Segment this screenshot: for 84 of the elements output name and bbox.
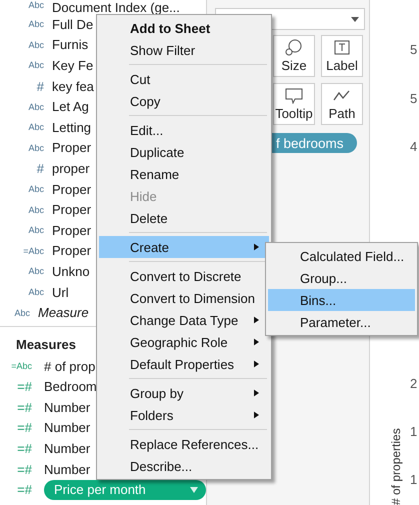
- field-name[interactable]: Number: [44, 462, 90, 477]
- menu-item[interactable]: Bins...: [268, 289, 415, 311]
- caret-icon: [351, 16, 359, 22]
- size-icon: [284, 38, 304, 56]
- field-name[interactable]: Key Fe: [52, 58, 94, 73]
- type-icon: Abc: [0, 266, 52, 276]
- type-icon: =#: [0, 482, 44, 498]
- type-icon: Abc: [0, 308, 38, 318]
- type-icon: Abc: [0, 40, 52, 50]
- type-icon: Abc: [0, 60, 52, 70]
- field-name[interactable]: Bedroom: [44, 379, 97, 394]
- submenu-arrow-icon: [254, 411, 259, 419]
- menu-item[interactable]: Calculated Field...: [268, 245, 415, 267]
- type-icon: Abc: [0, 184, 52, 194]
- axis-tick: 4: [410, 139, 418, 155]
- mark-button[interactable]: Path: [321, 83, 363, 125]
- type-icon: =#: [0, 441, 44, 456]
- submenu-arrow-icon: [254, 389, 259, 397]
- axis-tick: 5: [410, 42, 418, 58]
- type-icon: Abc: [0, 225, 52, 236]
- type-icon: =#: [0, 379, 44, 394]
- axis-tick: 1: [410, 424, 418, 440]
- menu-item[interactable]: Group by: [99, 382, 269, 404]
- menu-item[interactable]: Show Filter: [99, 39, 269, 61]
- menu-item[interactable]: Delete: [99, 207, 269, 229]
- submenu-arrow-icon: [254, 243, 259, 251]
- type-icon: Abc: [0, 287, 52, 298]
- field-name[interactable]: Furnis: [52, 37, 88, 52]
- menu-item[interactable]: Cut: [99, 68, 269, 90]
- type-icon: Abc: [0, 0, 52, 10]
- type-icon: =Abc: [0, 246, 52, 256]
- field-name[interactable]: Proper: [52, 182, 92, 197]
- axis-tick: 2: [410, 376, 418, 392]
- caret-icon: [190, 486, 198, 493]
- axis-tick: 5: [410, 91, 418, 107]
- type-icon: Abc: [0, 204, 52, 215]
- type-icon: Abc: [0, 142, 52, 153]
- mark-button[interactable]: Label: [321, 35, 363, 77]
- type-icon: #: [0, 160, 52, 176]
- field-name[interactable]: Unkno: [52, 264, 90, 279]
- mark-button[interactable]: Tooltip: [273, 83, 315, 125]
- menu-item[interactable]: Replace References...: [99, 433, 269, 455]
- menu-item[interactable]: Copy: [99, 90, 269, 112]
- type-icon: =#: [0, 462, 44, 477]
- field-name[interactable]: Proper: [52, 222, 92, 238]
- field-name[interactable]: Number: [44, 441, 90, 456]
- type-icon: Abc: [0, 102, 52, 112]
- submenu-arrow-icon: [254, 316, 259, 324]
- type-icon: Abc: [0, 19, 52, 30]
- field-name[interactable]: Proper: [52, 202, 92, 218]
- submenu-arrow-icon: [254, 338, 259, 346]
- axis-tick: 1: [410, 472, 418, 488]
- field-name[interactable]: Proper: [52, 140, 92, 156]
- menu-item[interactable]: Parameter...: [268, 311, 415, 333]
- menu-item[interactable]: Group...: [268, 267, 415, 289]
- field-name[interactable]: Document Index (ge...: [52, 0, 180, 15]
- field-name[interactable]: Proper: [52, 243, 92, 258]
- type-icon: =Abc: [0, 361, 44, 372]
- type-icon: Abc: [0, 122, 52, 132]
- field-name[interactable]: Number: [44, 420, 90, 436]
- field-name[interactable]: proper: [52, 160, 90, 176]
- field-name[interactable]: # of prop: [44, 358, 96, 374]
- field-name[interactable]: Url: [52, 284, 69, 300]
- field-name[interactable]: Number: [44, 400, 90, 415]
- field-name[interactable]: Full De: [52, 16, 94, 32]
- menu-item[interactable]: Rename: [99, 163, 269, 185]
- field-name[interactable]: key fea: [52, 78, 94, 94]
- type-icon: =#: [0, 420, 44, 436]
- field-name[interactable]: Let Ag: [52, 99, 89, 114]
- field-name[interactable]: Measure: [38, 305, 89, 320]
- menu-item[interactable]: Create: [99, 236, 269, 258]
- mark-button[interactable]: Size: [273, 35, 315, 77]
- label-icon: [332, 38, 352, 56]
- menu-item[interactable]: Convert to Dimension: [99, 287, 269, 309]
- field-name[interactable]: Letting: [52, 120, 92, 135]
- type-icon: #: [0, 78, 52, 94]
- menu-item[interactable]: Add to Sheet: [99, 17, 269, 39]
- menu-item[interactable]: Folders: [99, 404, 269, 426]
- menu-item[interactable]: Describe...: [99, 455, 269, 477]
- type-icon: =#: [0, 400, 44, 415]
- menu-item[interactable]: Default Properties: [99, 353, 269, 375]
- tooltip-icon: [284, 86, 304, 104]
- menu-item[interactable]: Convert to Discrete: [99, 265, 269, 287]
- submenu-arrow-icon: [254, 360, 259, 368]
